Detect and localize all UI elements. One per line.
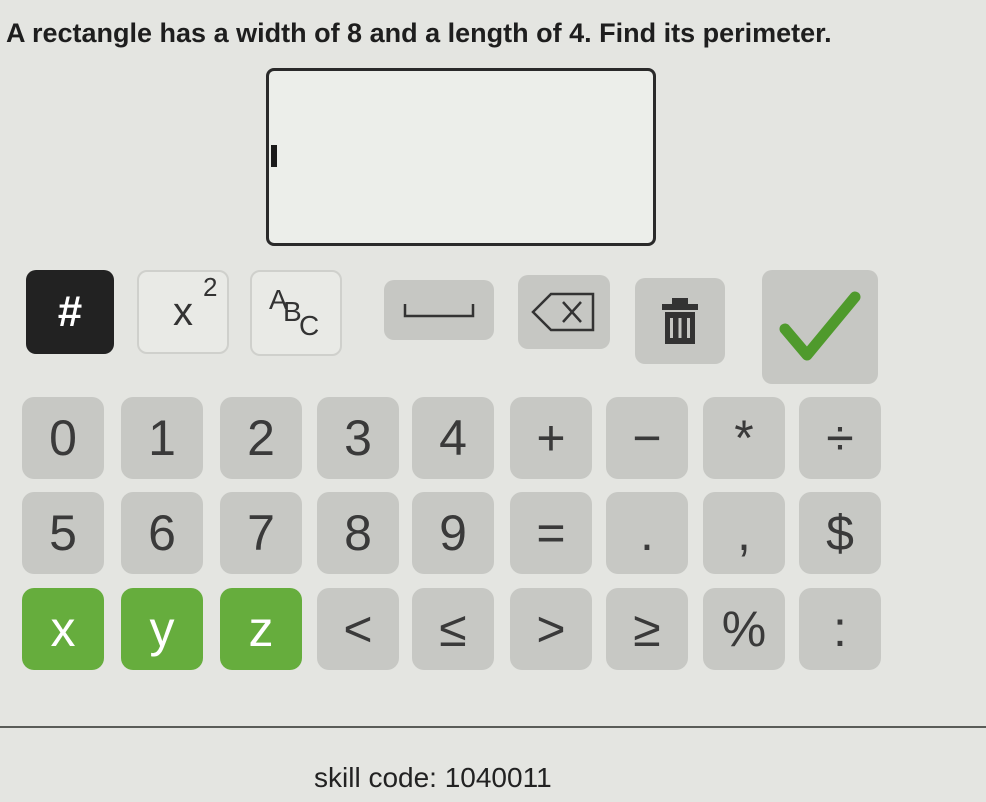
subscript-abc-icon: A B C [269,284,319,341]
key-x[interactable]: x [22,588,104,670]
hash-icon: # [57,287,83,336]
key-decimal[interactable]: . [606,492,688,574]
question-text: A rectangle has a width of 8 and a lengt… [6,18,832,48]
exponent-button[interactable]: x2 [137,270,229,354]
backspace-icon [531,292,595,332]
key-7[interactable]: 7 [220,492,302,574]
space-icon [403,304,475,318]
subscript-button[interactable]: A B C [250,270,342,356]
key-plus[interactable]: + [510,397,592,479]
key-percent[interactable]: % [703,588,785,670]
key-4[interactable]: 4 [412,397,494,479]
key-greater-than[interactable]: > [510,588,592,670]
submit-button[interactable] [762,270,878,384]
skill-code: skill code: 1040011 [314,762,552,793]
key-0[interactable]: 0 [22,397,104,479]
key-divide[interactable]: ÷ [799,397,881,479]
key-less-than[interactable]: < [317,588,399,670]
trash-icon [662,298,698,344]
key-6[interactable]: 6 [121,492,203,574]
key-colon[interactable]: : [799,588,881,670]
divider [0,726,986,728]
key-greater-equal[interactable]: ≥ [606,588,688,670]
clear-button[interactable] [635,278,725,364]
key-8[interactable]: 8 [317,492,399,574]
key-3[interactable]: 3 [317,397,399,479]
key-5[interactable]: 5 [22,492,104,574]
key-2[interactable]: 2 [220,397,302,479]
key-less-equal[interactable]: ≤ [412,588,494,670]
key-1[interactable]: 1 [121,397,203,479]
svg-text:C: C [299,310,319,341]
text-caret [271,145,277,167]
key-equals[interactable]: = [510,492,592,574]
answer-input[interactable] [266,68,656,246]
key-dollar[interactable]: $ [799,492,881,574]
key-9[interactable]: 9 [412,492,494,574]
space-button[interactable] [384,280,494,340]
exponent-icon: x2 [173,271,218,334]
backspace-button[interactable] [518,275,610,349]
key-times[interactable]: * [703,397,785,479]
key-y[interactable]: y [121,588,203,670]
key-minus[interactable]: − [606,397,688,479]
number-format-button[interactable]: # [26,270,114,354]
key-comma[interactable]: , [703,492,785,574]
checkmark-icon [779,291,861,361]
key-z[interactable]: z [220,588,302,670]
